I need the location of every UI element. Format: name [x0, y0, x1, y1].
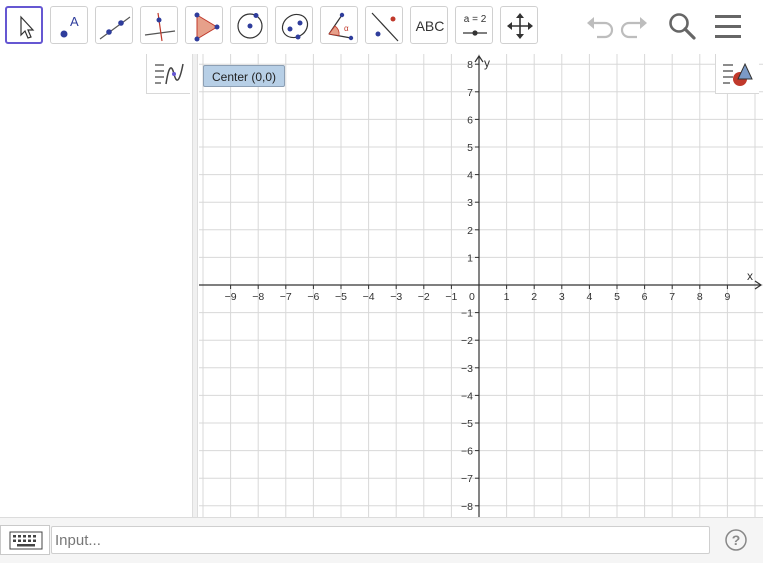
y-tick-label: −7: [461, 473, 473, 485]
reflect-tool-button[interactable]: [365, 6, 403, 44]
center-origin-button[interactable]: Center (0,0): [203, 65, 286, 87]
line-tool-button[interactable]: [95, 6, 133, 44]
reflect-icon: [371, 12, 399, 42]
text-tool-button[interactable]: ABC: [410, 6, 448, 44]
point-tool-button[interactable]: A: [50, 6, 88, 44]
move-graphics-view-tool-button[interactable]: [500, 6, 538, 44]
svg-text:A: A: [70, 14, 79, 29]
y-tick-label: 8: [467, 59, 473, 71]
algebra-style-icon: [155, 63, 184, 85]
arrow-cursor-icon: [20, 15, 35, 39]
graphics-view[interactable]: x y −9 −8 −7 −6 −5 −4 −3 −2 −1 0 1 2 3 4 5 6 7 8 9 8 7 6 5 4 3 2 1 −1…: [199, 54, 763, 517]
x-tick-label: 1: [504, 291, 510, 303]
y-tick-label: −4: [461, 390, 473, 402]
menu-icon[interactable]: [713, 10, 745, 42]
help-icon[interactable]: ?: [724, 528, 748, 552]
angle-tool-button[interactable]: α: [320, 6, 358, 44]
y-tick-label: −3: [461, 363, 473, 375]
point-icon: A: [60, 14, 79, 38]
x-tick-label: 2: [531, 291, 537, 303]
x-tick-label: −5: [335, 291, 347, 303]
undo-icon[interactable]: [583, 10, 615, 42]
move-tool-button[interactable]: [5, 6, 43, 44]
polygon-icon: [194, 12, 220, 42]
perpendicular-line-icon: [144, 12, 176, 42]
ellipse-icon: [281, 13, 309, 40]
x-tick-label: 4: [586, 291, 592, 303]
svg-text:?: ?: [732, 532, 741, 548]
circle-tool-button[interactable]: [230, 6, 268, 44]
search-icon[interactable]: [666, 10, 698, 42]
toolbar: A α ABC a = 2: [0, 0, 763, 54]
perpendicular-line-tool-button[interactable]: [140, 6, 178, 44]
y-tick-label: 4: [467, 170, 473, 182]
x-tick-label: −8: [252, 291, 264, 303]
line-icon: [99, 16, 131, 40]
y-tick-label: 7: [467, 87, 473, 99]
angle-icon: α: [328, 12, 354, 41]
keyboard-icon: [9, 531, 43, 550]
x-tick-label: −9: [225, 291, 237, 303]
y-tick-label: −2: [461, 335, 473, 347]
x-tick-label: 0: [469, 291, 475, 303]
y-tick-label: 5: [467, 142, 473, 154]
input-field[interactable]: [51, 526, 710, 554]
x-tick-label: −4: [363, 291, 375, 303]
x-tick-label: 6: [642, 291, 648, 303]
y-tick-label: 1: [467, 252, 473, 264]
x-tick-label: 5: [614, 291, 620, 303]
algebra-view[interactable]: [0, 54, 193, 517]
x-tick-label: −6: [307, 291, 319, 303]
x-tick-label: −7: [280, 291, 292, 303]
x-tick-label: −2: [418, 291, 430, 303]
y-tick-label: −6: [461, 446, 473, 458]
y-tick-label: −5: [461, 418, 473, 430]
x-tick-label: 8: [697, 291, 703, 303]
y-axis-label: y: [484, 56, 490, 70]
x-tick-label: 7: [669, 291, 675, 303]
circle-icon: [237, 13, 263, 39]
x-tick-label: 9: [724, 291, 730, 303]
slider-icon: [463, 30, 487, 36]
x-axis-label: x: [747, 269, 753, 283]
y-tick-label: 3: [467, 197, 473, 209]
y-tick-label: −1: [461, 308, 473, 320]
y-tick-label: 2: [467, 225, 473, 237]
x-tick-label: 3: [559, 291, 565, 303]
slider-tool-button[interactable]: a = 2: [455, 6, 493, 44]
x-tick-label: −3: [390, 291, 402, 303]
polygon-tool-button[interactable]: [185, 6, 223, 44]
redo-icon[interactable]: [619, 10, 651, 42]
svg-text:α: α: [344, 24, 349, 33]
text-tool-label: ABC: [415, 18, 445, 34]
keyboard-toggle-button[interactable]: [0, 525, 50, 555]
graphics-view-style-button[interactable]: [715, 54, 759, 94]
algebra-view-style-button[interactable]: [146, 54, 190, 94]
coordinate-grid: x y −9 −8 −7 −6 −5 −4 −3 −2 −1 0 1 2 3 4 5 6 7 8 9 8 7 6 5 4 3 2 1 −1…: [199, 54, 763, 517]
y-tick-label: 6: [467, 114, 473, 126]
y-tick-label: −8: [461, 501, 473, 513]
view-divider[interactable]: [192, 54, 198, 517]
graphics-style-icon: [723, 62, 753, 86]
move-arrows-icon: [507, 13, 533, 39]
ellipse-tool-button[interactable]: [275, 6, 313, 44]
x-tick-label: −1: [445, 291, 457, 303]
